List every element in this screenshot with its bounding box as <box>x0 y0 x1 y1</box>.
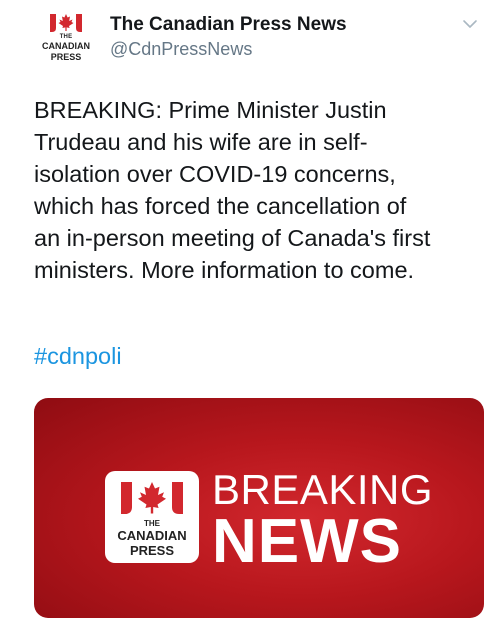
avatar[interactable]: THE CANADIAN PRESS <box>34 12 98 64</box>
logo-the-text: THE <box>59 34 73 40</box>
media-logo: THE CANADIAN PRESS <box>105 471 199 563</box>
author-handle[interactable]: @CdnPressNews <box>110 39 252 60</box>
media-headline-news: NEWS <box>212 507 402 576</box>
tweet-media-image[interactable]: THE CANADIAN PRESS BREAKING NEWS <box>34 398 484 618</box>
media-logo-press-text: PRESS <box>129 543 175 558</box>
logo-press-text: PRESS <box>50 52 82 62</box>
tweet-text: BREAKING: Prime Minister Justin Trudeau … <box>34 97 431 283</box>
maple-leaf-logo-icon <box>121 482 183 514</box>
hashtag-link[interactable]: #cdnpoli <box>34 340 122 372</box>
chevron-down-icon[interactable] <box>460 14 480 34</box>
author-display-name[interactable]: The Canadian Press News <box>110 14 347 36</box>
media-logo-canadian-text: CANADIAN <box>117 528 187 543</box>
tweet[interactable]: THE CANADIAN PRESS The Canadian Press Ne… <box>0 0 498 618</box>
maple-leaf-logo-icon <box>50 14 82 32</box>
logo-canadian-text: CANADIAN <box>42 41 90 51</box>
media-logo-the-text: THE <box>144 519 160 528</box>
